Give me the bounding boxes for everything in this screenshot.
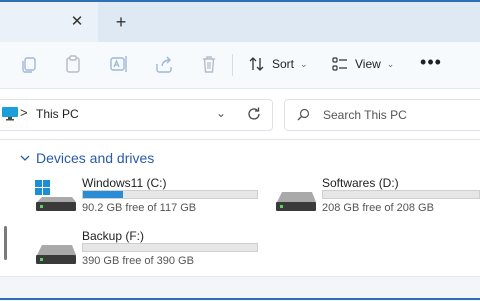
- pc-monitor-icon: [2, 107, 18, 121]
- drive-name: Windows11 (C:): [82, 176, 167, 190]
- drive-item-f[interactable]: Backup (F:) 390 GB free of 390 GB: [34, 229, 262, 271]
- address-row: > This PC ⌄: [0, 89, 480, 139]
- tab-this-pc[interactable]: ✕: [0, 2, 98, 42]
- toolbar-separator: [232, 54, 233, 76]
- sort-icon: [249, 57, 264, 71]
- view-button[interactable]: View ⌄: [331, 51, 394, 77]
- drive-item-d[interactable]: Softwares (D:) 208 GB free of 208 GB: [274, 176, 480, 218]
- scrollbar-thumb[interactable]: [4, 226, 7, 260]
- drive-name: Softwares (D:): [322, 176, 399, 190]
- chevron-down-icon: [20, 155, 30, 161]
- breadcrumb-separator[interactable]: >: [20, 105, 28, 120]
- rename-icon[interactable]: [108, 53, 130, 75]
- section-header-devices[interactable]: Devices and drives: [20, 150, 154, 166]
- drive-usage-bar: [322, 190, 480, 199]
- chevron-down-icon: ⌄: [386, 58, 395, 69]
- drive-icon: [276, 192, 316, 211]
- chevron-down-icon: ⌄: [300, 58, 308, 69]
- new-tab-button[interactable]: +: [112, 13, 130, 31]
- address-bar[interactable]: > This PC ⌄: [0, 99, 273, 131]
- search-box[interactable]: [284, 99, 480, 131]
- refresh-icon[interactable]: [244, 104, 264, 124]
- paste-icon[interactable]: [62, 53, 84, 75]
- drive-free-space: 208 GB free of 208 GB: [322, 202, 434, 214]
- drive-usage-fill: [83, 191, 124, 198]
- system-drive-icon: [35, 180, 76, 211]
- delete-icon[interactable]: [198, 53, 220, 75]
- view-label: View: [355, 57, 381, 71]
- drive-icon: [36, 245, 76, 264]
- command-bar: Sort ⌄ View ⌄ •••: [0, 42, 480, 88]
- breadcrumb-this-pc[interactable]: This PC: [36, 106, 79, 122]
- drive-item-c[interactable]: Windows11 (C:) 90.2 GB free of 117 GB: [34, 176, 262, 218]
- drive-usage-bar: [82, 243, 258, 252]
- sort-label: Sort: [272, 57, 295, 71]
- drive-free-space: 390 GB free of 390 GB: [82, 255, 194, 267]
- drive-usage-bar: [82, 190, 258, 199]
- share-icon[interactable]: [153, 53, 175, 75]
- drive-free-space: 90.2 GB free of 117 GB: [82, 202, 197, 214]
- section-title: Devices and drives: [36, 150, 155, 166]
- search-icon: [297, 108, 310, 121]
- tab-bar: ✕ +: [0, 2, 480, 42]
- view-icon: [332, 57, 347, 71]
- search-input[interactable]: [321, 105, 475, 125]
- copy-icon[interactable]: [18, 53, 40, 75]
- sort-button[interactable]: Sort ⌄: [248, 51, 308, 77]
- close-tab-button[interactable]: ✕: [68, 13, 86, 31]
- drive-name: Backup (F:): [82, 229, 145, 243]
- more-options-button[interactable]: •••: [420, 51, 442, 77]
- address-dropdown-button[interactable]: ⌄: [216, 106, 226, 120]
